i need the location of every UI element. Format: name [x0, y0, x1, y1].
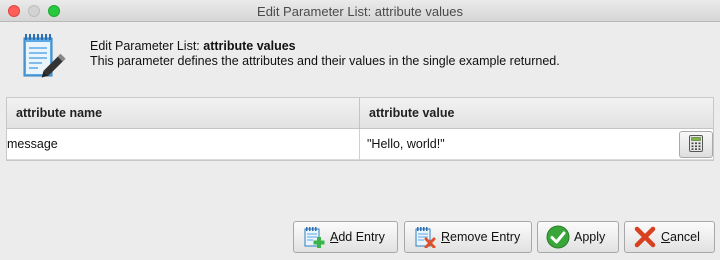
table-row[interactable]: message "Hello, world!" [7, 129, 713, 160]
table-header: attribute name attribute value [7, 98, 713, 129]
notepad-pencil-icon [20, 32, 68, 82]
column-header-attribute-name[interactable]: attribute name [7, 98, 360, 129]
remove-entry-label: Remove Entry [441, 230, 521, 244]
dialog-header: Edit Parameter List: attribute values Th… [0, 22, 720, 96]
remove-entry-button[interactable]: Remove Entry [404, 221, 532, 253]
value-editor-button[interactable] [679, 131, 713, 158]
header-title-bold: attribute values [203, 39, 296, 53]
dialog-window: Edit Parameter List: attribute values Ed… [0, 0, 720, 260]
calculator-icon [689, 134, 703, 155]
remove-entry-icon [413, 225, 437, 249]
header-title: Edit Parameter List: attribute values [90, 39, 296, 53]
parameter-table: attribute name attribute value message "… [6, 97, 714, 161]
cancel-label: Cancel [661, 230, 700, 244]
column-header-attribute-value[interactable]: attribute value [360, 98, 713, 129]
add-entry-icon [302, 225, 326, 249]
x-icon [633, 225, 657, 249]
header-title-prefix: Edit Parameter List: [90, 39, 204, 53]
window-title: Edit Parameter List: attribute values [257, 4, 463, 19]
attribute-value-cell[interactable]: "Hello, world!" [360, 129, 678, 160]
header-description: This parameter defines the attributes an… [90, 54, 560, 68]
title-bar: Edit Parameter List: attribute values [0, 0, 720, 22]
apply-button[interactable]: Apply [537, 221, 619, 253]
add-entry-button[interactable]: Add Entry [293, 221, 398, 253]
attribute-name-cell[interactable]: message [7, 129, 360, 160]
apply-label: Apply [574, 230, 606, 244]
add-entry-label: Add Entry [330, 230, 385, 244]
cancel-button[interactable]: Cancel [624, 221, 715, 253]
checkmark-icon [546, 225, 570, 249]
